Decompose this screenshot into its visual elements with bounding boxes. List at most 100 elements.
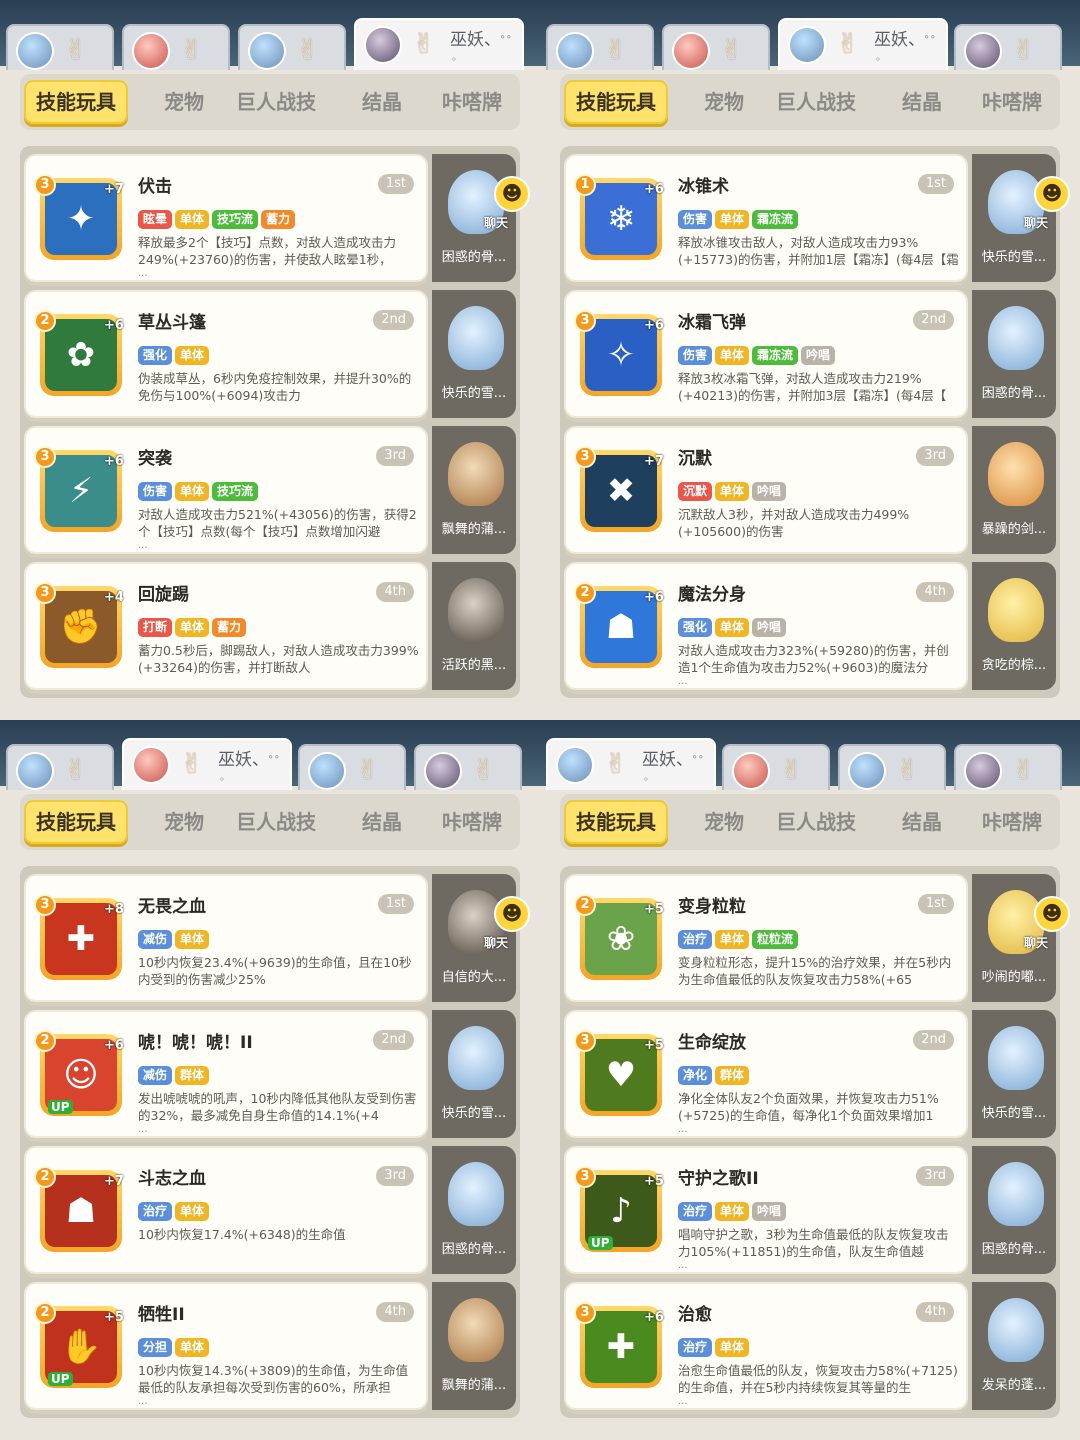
skill-description: 蓄力0.5秒后，脚踢敌人，对敌人造成攻击力399%(+33264)的伤害，并打断… [138, 643, 419, 675]
skill-card[interactable]: ✦ 3 +7 伏击 1st 眩晕 单体 技巧流 蓄力 释放最多2个【技巧】点数，对敌人造成攻击力2… [24, 154, 428, 282]
chat-button-label[interactable]: 聊天 [484, 934, 508, 951]
nav-tab-click-cards[interactable]: 咔嗒牌 [426, 800, 518, 844]
skill-card[interactable]: ✚ 3 +8 无畏之血 1st 减伤 单体 10秒内恢复23.4%(+9639)的生命值，且在… [24, 874, 428, 1002]
pet-slot[interactable]: 贪吃的棕... [972, 562, 1056, 690]
skill-card[interactable]: ✚ 3 +6 治愈 4th 治疗 单体 治愈生命值最低的队友，恢复攻击力58%(+7125)的… [564, 1282, 968, 1410]
character-tab[interactable]: ✌ [298, 744, 406, 790]
character-tab[interactable]: ✌ [954, 24, 1062, 70]
chat-button-label[interactable]: 聊天 [1024, 214, 1048, 231]
skill-card[interactable]: ♪ 3 +5 UP 守护之歌II 3rd 治疗 单体 吟唱 唱响守护之歌，3秒为生命值最低的队友恢… [564, 1146, 968, 1274]
character-tab[interactable]: ✌ 巫妖、 ∘∘ 。 [354, 18, 524, 70]
nav-tab-crystals[interactable]: 结晶 [882, 80, 962, 124]
skill-list: ✚ 3 +8 无畏之血 1st 减伤 单体 10秒内恢复23.4%(+9639)的生命值，且在… [20, 866, 530, 1418]
nav-tab-skill-toys[interactable]: 技能玩具 [564, 80, 668, 124]
skill-card[interactable]: ✿ 2 +6 草丛斗篷 2nd 强化 单体 伪装成草丛，6秒内免疫控制效果，并提升30%的免伤… [24, 290, 428, 418]
pet-slot[interactable]: 吵闹的嘟... ☻ 聊天 [972, 874, 1070, 1002]
skill-name: 变身粒粒 [678, 897, 746, 917]
character-tab[interactable]: ✌ [838, 744, 946, 790]
nav-tab-pets[interactable]: 宠物 [144, 80, 224, 124]
skill-upgrade-count: +6 [644, 590, 664, 605]
character-tab[interactable]: ✌ [722, 744, 830, 790]
pet-slot[interactable]: 困惑的骨... [432, 1146, 516, 1274]
nav-tab-giant-skills[interactable]: 巨人战技 [764, 800, 868, 844]
nav-tab-giant-skills[interactable]: 巨人战技 [224, 800, 328, 844]
pet-slot[interactable]: 发呆的蓬... [972, 1282, 1056, 1410]
skill-card[interactable]: ✋ 2 +5 UP 牺牲II 4th 分担 单体 10秒内恢复14.3%(+3809)的生命值，… [24, 1282, 428, 1410]
pet-slot[interactable]: 困惑的骨... [972, 290, 1056, 418]
character-tab[interactable]: ✌ [122, 24, 230, 70]
nav-tab-crystals[interactable]: 结晶 [342, 80, 422, 124]
pet-slot[interactable]: 快乐的雪... [972, 1010, 1056, 1138]
pet-slot[interactable]: 暴躁的剑... [972, 426, 1056, 554]
nav-tab-skill-toys[interactable]: 技能玩具 [24, 80, 128, 124]
nav-tab-giant-skills[interactable]: 巨人战技 [764, 80, 868, 124]
nav-tab-pets[interactable]: 宠物 [684, 800, 764, 844]
skill-upgrade-count: +8 [104, 902, 124, 917]
pet-name: 困惑的骨... [441, 250, 507, 265]
skill-card[interactable]: ❄ 1 +6 冰锥术 1st 伤害 单体 霜冻流 释放冰锥攻击敌人，对敌人造成攻击力93%(+1… [564, 154, 968, 282]
skill-slot-order: 1st [377, 174, 414, 194]
nav-tab-crystals[interactable]: 结晶 [882, 800, 962, 844]
chat-emoji-icon[interactable]: ☻ [1034, 896, 1070, 932]
skill-card[interactable]: ✧ 3 +6 冰霜飞弹 2nd 伤害 单体 霜冻流 吟唱 释放3枚冰霜飞弹，对敌人造成攻击力219… [564, 290, 968, 418]
character-avatar [672, 32, 710, 70]
skill-card[interactable]: ⚡ 3 +6 突袭 3rd 伤害 单体 技巧流 对敌人造成攻击力521%(+43056)的伤害，… [24, 426, 428, 554]
character-tab[interactable]: ✌ [6, 744, 114, 790]
skill-description: 对敌人造成攻击力323%(+59280)的伤害，并创造1个生命值为攻击力52%(… [678, 643, 949, 675]
nav-tab-skill-toys[interactable]: 技能玩具 [564, 800, 668, 844]
skill-description: 净化全体队友2个负面效果，并恢复攻击力51%(+5725)的生命值，每净化1个负… [678, 1091, 939, 1123]
pet-slot[interactable]: 快乐的雪... [432, 290, 516, 418]
pet-slot[interactable]: 快乐的雪... ☻ 聊天 [972, 154, 1070, 282]
skill-upgrade-count: +5 [644, 1174, 664, 1189]
tap-hand-icon: ✌ [836, 27, 860, 60]
skill-card[interactable]: ☺ 2 +6 UP 唬！唬！唬！II 2nd 减伤 群体 发出唬唬唬的吼声，10秒内降低其他队友… [24, 1010, 428, 1138]
chat-emoji-icon[interactable]: ☻ [494, 896, 530, 932]
skill-card[interactable]: ☗ 2 +7 斗志之血 3rd 治疗 单体 10秒内恢复17.4%(+6348)的生命值 [24, 1146, 428, 1274]
nav-tab-skill-toys[interactable]: 技能玩具 [24, 800, 128, 844]
pet-figure-icon [988, 306, 1044, 370]
chat-button-label[interactable]: 聊天 [484, 214, 508, 231]
character-tab[interactable]: ✌ [6, 24, 114, 70]
skill-name: 魔法分身 [678, 585, 746, 605]
character-avatar [132, 746, 170, 784]
skill-name: 冰霜飞弹 [678, 313, 746, 333]
character-tab[interactable]: ✌ 巫妖、 ∘∘ 。 [546, 738, 716, 790]
character-tab[interactable]: ✌ [546, 24, 654, 70]
pet-slot[interactable]: 自信的大... ☻ 聊天 [432, 874, 530, 1002]
nav-tab-pets[interactable]: 宠物 [144, 800, 224, 844]
skill-list: ✦ 3 +7 伏击 1st 眩晕 单体 技巧流 蓄力 释放最多2个【技巧】点数，对敌人造成攻击力2… [20, 146, 530, 698]
skill-card[interactable]: ☗ 2 +6 魔法分身 4th 强化 单体 吟唱 对敌人造成攻击力323%(+59280)的伤害… [564, 562, 968, 690]
pet-slot[interactable]: 困惑的骨... ☻ 聊天 [432, 154, 530, 282]
chat-button-label[interactable]: 聊天 [1024, 934, 1048, 951]
character-name: 巫妖、 [218, 750, 269, 770]
skill-tags: 治疗 单体 [678, 1336, 752, 1357]
character-tab[interactable]: ✌ [238, 24, 346, 70]
character-tab[interactable]: ✌ 巫妖、 ∘∘ 。 [122, 738, 292, 790]
character-tab[interactable]: ✌ [414, 744, 522, 790]
skill-level-badge: 2 [34, 1302, 56, 1324]
nav-tab-click-cards[interactable]: 咔嗒牌 [966, 800, 1058, 844]
nav-tab-giant-skills[interactable]: 巨人战技 [224, 80, 328, 124]
skill-card[interactable]: ♥ 3 +5 生命绽放 2nd 净化 群体 净化全体队友2个负面效果，并恢复攻击力51%(+5… [564, 1010, 968, 1138]
pet-slot[interactable]: 飘舞的蒲... [432, 1282, 516, 1410]
character-tab[interactable]: ✌ [662, 24, 770, 70]
skill-card[interactable]: ❀ 2 +5 变身粒粒 1st 治疗 单体 粒粒流 变身粒粒形态，提升15%的治疗效果，并在5秒… [564, 874, 968, 1002]
skill-level-badge: 2 [34, 1166, 56, 1188]
skill-tag: 技巧流 [212, 210, 259, 229]
pet-slot[interactable]: 飘舞的蒲... [432, 426, 516, 554]
nav-tab-click-cards[interactable]: 咔嗒牌 [426, 80, 518, 124]
pet-slot[interactable]: 活跃的黑... [432, 562, 516, 690]
chat-emoji-icon[interactable]: ☻ [494, 176, 530, 212]
pet-slot[interactable]: 快乐的雪... [432, 1010, 516, 1138]
skill-card[interactable]: ✖ 3 +7 沉默 3rd 沉默 单体 吟唱 沉默敌人3秒，并对敌人造成攻击力499%(+105… [564, 426, 968, 554]
skill-description: 唱响守护之歌，3秒为生命值最低的队友恢复攻击力105%(+11851)的生命值，… [678, 1227, 949, 1259]
nav-tab-pets[interactable]: 宠物 [684, 80, 764, 124]
nav-tab-crystals[interactable]: 结晶 [342, 800, 422, 844]
chat-emoji-icon[interactable]: ☻ [1034, 176, 1070, 212]
nav-tab-click-cards[interactable]: 咔嗒牌 [966, 80, 1058, 124]
skill-card[interactable]: ✊ 3 +4 回旋踢 4th 打断 单体 蓄力 蓄力0.5秒后，脚踢敌人，对敌人造成攻击力399… [24, 562, 428, 690]
character-tab[interactable]: ✌ [954, 744, 1062, 790]
pet-name: 快乐的雪... [981, 250, 1047, 265]
pet-slot[interactable]: 困惑的骨... [972, 1146, 1056, 1274]
character-tab[interactable]: ✌ 巫妖、 ∘∘ 。 [778, 18, 948, 70]
